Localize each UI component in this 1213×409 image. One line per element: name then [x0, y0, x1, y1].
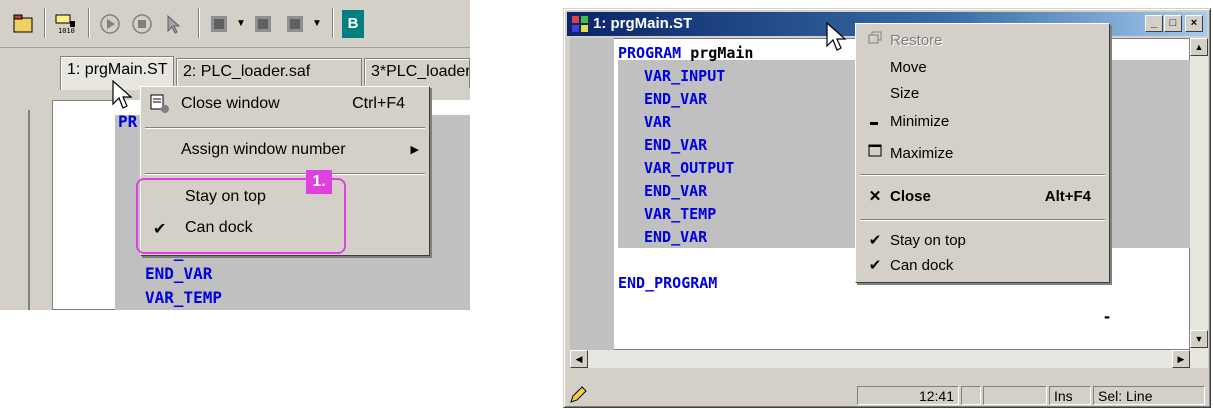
code-line: VAR_INPUT [644, 67, 726, 85]
debug-step-icon[interactable] [282, 10, 310, 38]
close-window-icon [149, 93, 171, 120]
menu-item-move[interactable]: Move [856, 55, 1109, 81]
menu-item-close-window[interactable]: Close window Ctrl+F4 [141, 91, 429, 119]
program-icon[interactable] [571, 15, 589, 37]
dropdown-arrow-icon[interactable]: ▼ [312, 18, 322, 29]
code-line-program: PROGRAM prgMain [618, 42, 753, 65]
menu-separator [145, 173, 425, 175]
debug-icon[interactable] [250, 10, 278, 38]
code-line: VAR_TEMP [644, 205, 717, 223]
menu-label: Close [890, 188, 931, 205]
menu-label: Size [890, 85, 920, 102]
vertical-scrollbar[interactable]: ▲ ▼ [1190, 38, 1208, 368]
menu-label: Move [890, 59, 927, 76]
menu-label: Stay on top [890, 232, 966, 249]
keyword: PROGRAM [618, 44, 682, 62]
menu-item-can-dock[interactable]: ✔ Can dock [856, 253, 1109, 279]
stop-icon[interactable] [128, 10, 156, 38]
menu-separator [860, 219, 1105, 221]
code-line: END_VAR [644, 228, 708, 246]
close-button[interactable]: × [1185, 15, 1203, 32]
cursor-icon[interactable] [160, 10, 188, 38]
compile-icon[interactable]: 1010 [52, 10, 80, 38]
toolbar-separator [198, 8, 200, 38]
menu-item-size[interactable]: Size [856, 81, 1109, 107]
code-line: VAR [644, 113, 672, 131]
menu-item-restore[interactable]: Restore [856, 28, 1109, 54]
status-mode: Ins [1049, 386, 1091, 405]
minimize-icon [866, 112, 884, 130]
status-position: 12:41 [857, 386, 959, 405]
status-selection: Sel: Line [1093, 386, 1205, 405]
menu-label: Maximize [890, 145, 954, 162]
tab-plc-loader-saf[interactable]: 2: PLC_loader.saf [176, 58, 362, 88]
status-cell-empty [961, 386, 981, 405]
tab-label: 2: PLC_loader.saf [183, 63, 311, 80]
maximize-icon [866, 144, 884, 162]
check-icon: ✔ [868, 257, 882, 274]
run-icon[interactable] [96, 10, 124, 38]
close-icon: ✕ [868, 188, 882, 205]
text-caret: - [1104, 306, 1110, 326]
code-line: VAR_OUTPUT [644, 159, 735, 177]
editor-gutter [570, 38, 614, 350]
status-bar: 12:41 Ins Sel: Line [567, 384, 1207, 406]
edit-pencil-icon [569, 386, 587, 407]
restore-icon [866, 31, 884, 49]
check-icon: ✔ [868, 232, 882, 249]
menu-label: Minimize [890, 113, 950, 130]
menu-label: Close window [181, 95, 280, 112]
window-title: 1: prgMain.ST [593, 15, 693, 32]
menu-label: Restore [890, 32, 943, 49]
menu-item-stay-on-top[interactable]: ✔ Stay on top [856, 228, 1109, 254]
tab-label: 1: prgMain.ST [67, 61, 168, 78]
menu-item-close[interactable]: ✕ Close Alt+F4 [856, 184, 1109, 210]
menu-label: Can dock [890, 257, 954, 274]
menu-shortcut: Ctrl+F4 [352, 95, 405, 112]
maximize-button[interactable]: □ [1164, 15, 1182, 32]
breakpoint-icon[interactable] [206, 10, 234, 38]
dropdown-arrow-icon[interactable]: ▼ [236, 18, 246, 29]
menu-shortcut: Alt+F4 [1044, 188, 1091, 205]
code-line: VAR_TEMP [145, 288, 223, 307]
identifier: prgMain [681, 44, 754, 62]
status-cell-empty [983, 386, 1047, 405]
horizontal-scrollbar[interactable]: ◀ ▶ [570, 350, 1190, 368]
window-system-menu: Restore Move Size Minimize Maximize ✕ Cl… [855, 23, 1110, 283]
code-line: END_VAR [644, 136, 708, 154]
code-line: END_VAR [644, 182, 708, 200]
mouse-cursor-icon [112, 80, 133, 109]
code-line: END_VAR [145, 264, 213, 283]
toolbar-separator [88, 8, 90, 38]
tab-label: 3*PLC_loader [371, 63, 470, 80]
left-screenshot-panel: 1010 ▼ ▼ B 1: prgMain.ST 2: PLC_loader.s… [0, 0, 470, 310]
menu-separator [860, 174, 1105, 176]
menu-item-minimize[interactable]: Minimize [856, 109, 1109, 135]
menu-item-assign-window-number[interactable]: Assign window number ▶ [141, 137, 429, 165]
b-icon[interactable]: B [342, 10, 364, 38]
code-line: END_VAR [644, 90, 708, 108]
open-file-icon[interactable] [10, 10, 38, 38]
toolbar-separator [332, 8, 334, 38]
left-dock-pane [0, 110, 30, 310]
minimize-button[interactable]: _ [1145, 15, 1163, 32]
scroll-right-icon[interactable]: ▶ [1172, 350, 1190, 368]
callout-label: 1. [306, 170, 332, 194]
svg-text:1010: 1010 [58, 27, 75, 35]
scroll-down-icon[interactable]: ▼ [1190, 330, 1208, 348]
menu-separator [145, 127, 425, 129]
menu-item-maximize[interactable]: Maximize [856, 141, 1109, 167]
tab-plc-loader[interactable]: 3*PLC_loader [364, 58, 470, 88]
scroll-up-icon[interactable]: ▲ [1190, 38, 1208, 56]
scroll-left-icon[interactable]: ◀ [570, 350, 588, 368]
editor-frame [52, 100, 122, 310]
code-line: END_PROGRAM [618, 274, 718, 292]
mouse-cursor-icon [826, 22, 847, 51]
submenu-arrow-icon: ▶ [410, 144, 419, 156]
menu-label: Assign window number [181, 141, 346, 158]
toolbar-separator [44, 8, 46, 38]
